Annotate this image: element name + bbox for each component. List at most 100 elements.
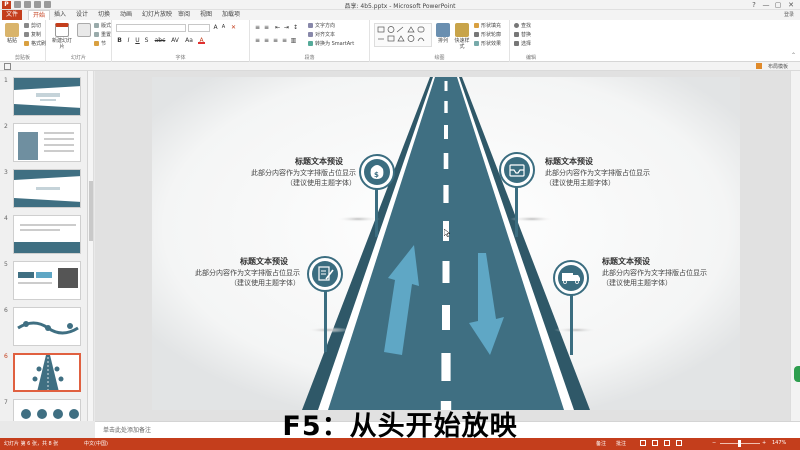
text-direction-button[interactable]: 文字方向 <box>308 23 335 30</box>
thumbnail-slide-7[interactable]: 6 <box>4 353 82 395</box>
maximize-button[interactable]: ▢ <box>772 0 784 10</box>
reset-button[interactable]: 重置 <box>94 32 111 39</box>
bullets-icon[interactable]: ≡ <box>254 24 261 31</box>
numbering-icon[interactable]: ≡ <box>263 24 270 31</box>
align-center-icon[interactable]: ≡ <box>263 37 270 44</box>
align-right-icon[interactable]: ≡ <box>272 37 279 44</box>
grow-font-icon[interactable]: A <box>212 24 219 31</box>
smartart-button[interactable]: 转换为 SmartArt <box>308 41 354 48</box>
align-text-button[interactable]: 对齐文本 <box>308 32 335 39</box>
thumbnails-scrollbar[interactable] <box>88 71 94 421</box>
shrink-font-icon[interactable]: A <box>220 24 227 31</box>
fill-bucket-icon <box>474 23 479 28</box>
decrease-indent-icon[interactable]: ⇤ <box>274 24 281 31</box>
columns-icon[interactable]: ▥ <box>290 37 297 44</box>
item-desc-top-right[interactable]: 此部分内容作为文字排版占位显示（建议使用主题字体） <box>545 168 651 188</box>
tab-slideshow[interactable]: 幻灯片放映 <box>138 10 176 20</box>
shape-effects-button[interactable]: 形状效果 <box>474 41 501 48</box>
close-button[interactable]: ✕ <box>785 0 797 10</box>
item-title-bottom-left[interactable]: 标题文本预设 <box>240 256 288 267</box>
paste-button[interactable]: 粘贴 <box>2 22 22 50</box>
section-icon <box>94 41 99 46</box>
tab-home[interactable]: 开始 <box>28 10 51 20</box>
minimize-button[interactable]: — <box>760 0 772 10</box>
arrange-button[interactable]: 排列 <box>434 22 452 50</box>
thumbnail-slide-4[interactable]: 4 <box>4 215 82 257</box>
new-slide-button[interactable]: 新建幻灯片 <box>50 22 74 50</box>
thumbnail-slide-6[interactable]: 6 <box>4 307 82 349</box>
copy-button[interactable]: 复制 <box>24 32 41 39</box>
shape-fill-button[interactable]: 形状填充 <box>474 23 501 30</box>
help-button[interactable]: ? <box>748 0 760 10</box>
layout-button[interactable]: 版式 <box>94 23 111 30</box>
tab-design[interactable]: 设计 <box>72 10 92 20</box>
thumbnail-slide-3[interactable]: 3 <box>4 169 82 211</box>
font-name-select[interactable] <box>116 24 186 32</box>
bold-button[interactable]: B <box>116 37 123 44</box>
item-title-top-right[interactable]: 标题文本预设 <box>545 156 593 167</box>
quick-styles-button[interactable]: 快速样式 <box>453 22 471 50</box>
scrollbar-thumb[interactable] <box>89 181 93 241</box>
section-button[interactable]: 节 <box>94 41 106 48</box>
tab-file[interactable]: 文件 <box>2 10 23 20</box>
find-button[interactable]: 查找 <box>514 23 531 30</box>
item-title-top-left[interactable]: 标题文本预设 <box>295 156 343 167</box>
item-desc-bottom-left[interactable]: 此部分内容作为文字排版占位显示（建议使用主题字体） <box>194 268 300 288</box>
title-bar: P 品享: 4b5.pptx - Microsoft PowerPoint ? … <box>0 0 800 10</box>
tutorial-caption: F5：从头开始放映 <box>282 411 518 442</box>
paste-icon <box>5 23 19 37</box>
thumbnail-slide-2[interactable]: 2 <box>4 123 82 165</box>
strikethrough-button[interactable]: abc <box>154 37 166 44</box>
clear-format-icon[interactable]: ✕ <box>230 24 237 31</box>
template-icon <box>756 63 762 69</box>
find-icon <box>514 23 519 28</box>
sign-in-link[interactable]: 登录 <box>784 10 794 20</box>
ribbon-tabs: 文件 开始 插入 设计 切换 动画 幻灯片放映 审阅 视图 加载项 登录 <box>0 10 800 20</box>
thumbnail-slide-1[interactable]: 1 <box>4 77 82 119</box>
replace-button[interactable]: 替换 <box>514 32 531 39</box>
collapse-ribbon-icon[interactable]: ⌃ <box>791 52 796 59</box>
paste-slide-button[interactable] <box>76 22 92 50</box>
align-left-icon[interactable]: ≡ <box>254 37 261 44</box>
font-size-select[interactable] <box>188 24 210 32</box>
slide-canvas[interactable]: $ 标题文本预设 此部分内容作为文字排版占位显示（建议使用主题字体） 标题文本预… <box>152 77 740 410</box>
change-case-button[interactable]: Aa <box>184 37 194 44</box>
mouse-cursor-icon <box>444 229 450 237</box>
layout-icon[interactable] <box>4 63 11 70</box>
editing-group: 查找 替换 选择 编辑 <box>510 20 552 62</box>
new-slide-icon <box>55 23 69 37</box>
thumbnail-slide-5[interactable]: 5 <box>4 261 82 303</box>
format-painter-button[interactable]: 格式刷 <box>24 41 46 48</box>
layout-template-label[interactable]: 布局模板 <box>768 63 788 70</box>
tab-insert[interactable]: 插入 <box>50 10 70 20</box>
slides-group: 新建幻灯片 版式 重置 节 幻灯片 <box>46 20 112 62</box>
shape-outline-button[interactable]: 形状轮廓 <box>474 32 501 39</box>
item-title-bottom-right[interactable]: 标题文本预设 <box>602 256 650 267</box>
select-button[interactable]: 选择 <box>514 41 531 48</box>
char-spacing-button[interactable]: AV <box>170 37 180 44</box>
item-desc-bottom-right[interactable]: 此部分内容作为文字排版占位显示（建议使用主题字体） <box>602 268 708 288</box>
underline-button[interactable]: U <box>134 37 141 44</box>
effects-icon <box>474 41 479 46</box>
item-desc-top-left[interactable]: 此部分内容作为文字排版占位显示（建议使用主题字体） <box>250 168 356 188</box>
toolbar-strip: 布局模板 <box>0 62 800 71</box>
slide-icon <box>77 23 91 37</box>
tab-animations[interactable]: 动画 <box>116 10 136 20</box>
font-color-button[interactable]: A <box>198 37 205 44</box>
italic-button[interactable]: I <box>125 37 132 44</box>
thumbnail-image <box>13 215 81 254</box>
shapes-gallery[interactable] <box>374 23 432 47</box>
tab-transitions[interactable]: 切换 <box>94 10 114 20</box>
inbox-icon <box>499 152 535 188</box>
increase-indent-icon[interactable]: ⇥ <box>283 24 290 31</box>
thumbnail-image <box>13 307 81 346</box>
line-spacing-icon[interactable]: ↕ <box>292 24 299 31</box>
justify-icon[interactable]: ≡ <box>281 37 288 44</box>
floating-assistant-icon[interactable] <box>794 366 800 382</box>
tab-view[interactable]: 视图 <box>196 10 216 20</box>
cut-button[interactable]: 剪切 <box>24 23 41 30</box>
shadow-button[interactable]: S <box>143 37 150 44</box>
svg-text:$: $ <box>374 171 379 179</box>
tab-addins[interactable]: 加载项 <box>218 10 244 20</box>
tab-review[interactable]: 审阅 <box>174 10 194 20</box>
